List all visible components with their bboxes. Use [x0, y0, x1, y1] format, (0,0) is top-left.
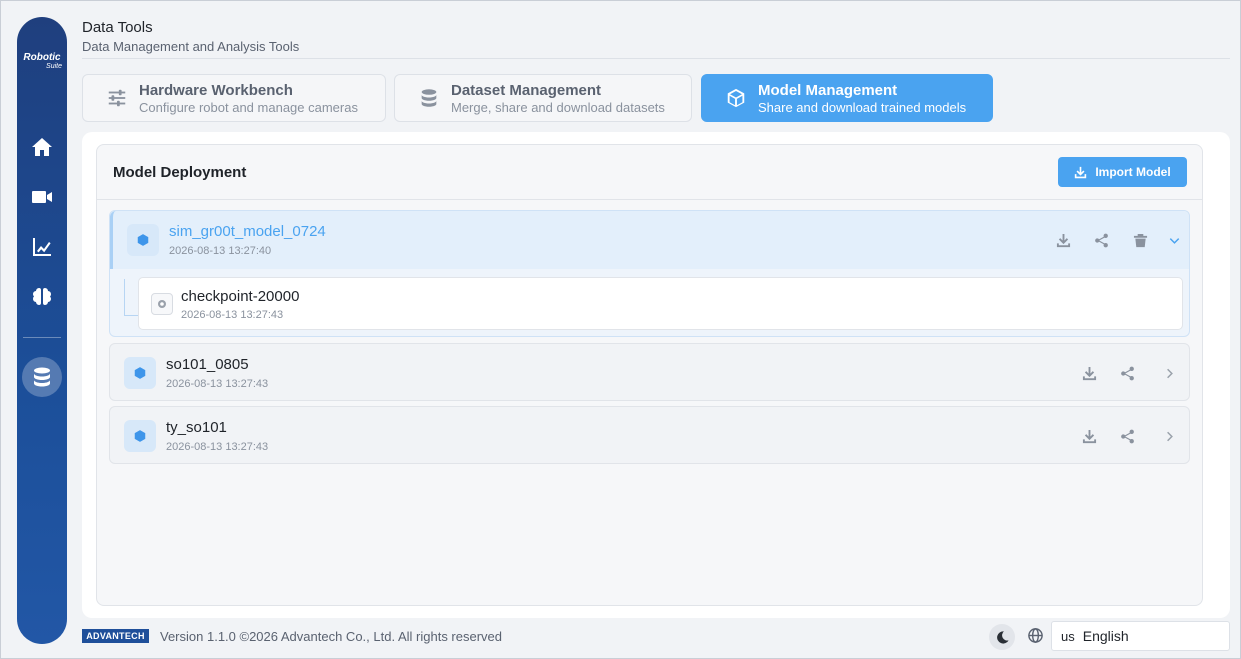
- import-icon: [1075, 166, 1087, 178]
- language-select[interactable]: us English: [1051, 621, 1230, 651]
- checkpoint-name: checkpoint-20000: [181, 288, 300, 305]
- download-button[interactable]: [1054, 231, 1072, 249]
- download-icon: [1082, 366, 1096, 380]
- video-camera-icon: [32, 191, 52, 203]
- model-name: ty_so101: [166, 419, 227, 436]
- checkpoint-item[interactable]: checkpoint-20000 2026-08-13 13:27:43: [138, 277, 1183, 330]
- share-button[interactable]: [1092, 231, 1110, 249]
- database-icon: [417, 86, 441, 110]
- tab-description: Configure robot and manage cameras: [139, 99, 358, 115]
- tab-label: Dataset Management: [451, 81, 602, 99]
- sidebar-item-camera[interactable]: [22, 177, 62, 217]
- content-area: Model Deployment Import Model sim_gr00t_…: [82, 132, 1230, 618]
- download-button[interactable]: [1080, 364, 1098, 382]
- checkpoint-icon: [151, 293, 173, 315]
- logo-text-suite: Suite: [46, 63, 62, 70]
- download-icon: [1082, 429, 1096, 443]
- sidebar-divider: [23, 337, 61, 338]
- tree-connector: [124, 315, 138, 316]
- cube-icon: [724, 86, 748, 110]
- sidebar-item-data-tools[interactable]: [22, 357, 62, 397]
- chevron-right-icon: [1166, 431, 1173, 441]
- chevron-down-icon: [1169, 237, 1179, 244]
- model-cube-icon: [124, 357, 156, 389]
- checkpoint-date: 2026-08-13 13:27:43: [181, 309, 284, 321]
- sliders-icon: [105, 86, 129, 110]
- tab-label: Hardware Workbench: [139, 81, 293, 99]
- language-code: us: [1061, 628, 1075, 644]
- language-label: English: [1082, 628, 1129, 644]
- share-icon: [1094, 233, 1108, 247]
- expand-toggle[interactable]: [1160, 364, 1178, 382]
- model-name: sim_gr00t_model_0724: [169, 223, 326, 240]
- model-cube-icon: [127, 224, 159, 256]
- card-divider: [97, 199, 1202, 200]
- tab-description: Merge, share and download datasets: [451, 99, 665, 115]
- sidebar-item-ai[interactable]: [22, 277, 62, 317]
- model-deployment-card: Model Deployment Import Model sim_gr00t_…: [96, 144, 1203, 606]
- expand-toggle[interactable]: [1160, 427, 1178, 445]
- import-model-button[interactable]: Import Model: [1058, 157, 1187, 187]
- header-divider: [82, 58, 1230, 59]
- sidebar-item-analytics[interactable]: [22, 227, 62, 267]
- model-item-ty-so101[interactable]: ty_so101 2026-08-13 13:27:43: [109, 406, 1190, 464]
- model-name: so101_0805: [166, 356, 249, 373]
- globe-icon: [1027, 627, 1045, 645]
- page-title: Data Tools: [82, 19, 153, 36]
- tab-hardware-workbench[interactable]: Hardware Workbench Configure robot and m…: [82, 74, 386, 122]
- model-cube-icon: [124, 420, 156, 452]
- home-icon: [32, 138, 52, 156]
- share-icon: [1120, 429, 1134, 443]
- line-chart-icon: [33, 238, 51, 256]
- model-item-header[interactable]: so101_0805 2026-08-13 13:27:43: [110, 344, 1189, 402]
- delete-button[interactable]: [1131, 231, 1149, 249]
- advantech-logo: ADVANTECH: [82, 629, 149, 643]
- database-icon: [34, 367, 50, 387]
- brain-icon: [32, 288, 51, 305]
- theme-toggle-button[interactable]: [989, 624, 1015, 650]
- page-subtitle: Data Management and Analysis Tools: [82, 39, 300, 54]
- model-date: 2026-08-13 13:27:43: [166, 378, 269, 390]
- model-item-so101-0805[interactable]: so101_0805 2026-08-13 13:27:43: [109, 343, 1190, 401]
- card-title: Model Deployment: [113, 164, 247, 181]
- page-header: Data Tools Data Management and Analysis …: [82, 19, 1230, 54]
- tab-description: Share and download trained models: [758, 99, 967, 115]
- download-icon: [1056, 233, 1070, 247]
- model-date: 2026-08-13 13:27:43: [166, 441, 269, 453]
- tab-dataset-management[interactable]: Dataset Management Merge, share and down…: [394, 74, 692, 122]
- download-button[interactable]: [1080, 427, 1098, 445]
- share-button[interactable]: [1118, 364, 1136, 382]
- sidebar-item-home[interactable]: [22, 127, 62, 167]
- chevron-right-icon: [1166, 368, 1173, 378]
- sidebar: Robotic Suite: [17, 17, 67, 644]
- share-button[interactable]: [1118, 427, 1136, 445]
- tree-connector: [124, 279, 125, 315]
- model-item-header[interactable]: sim_gr00t_model_0724 2026-08-13 13:27:40: [110, 211, 1189, 269]
- trash-icon: [1133, 233, 1147, 247]
- copyright-text: Version 1.1.0 ©2026 Advantech Co., Ltd. …: [160, 629, 503, 644]
- moon-icon: [996, 630, 1009, 644]
- share-icon: [1120, 366, 1134, 380]
- collapse-toggle[interactable]: [1165, 231, 1183, 249]
- model-item-sim-gr00t: sim_gr00t_model_0724 2026-08-13 13:27:40: [109, 210, 1190, 337]
- app-window: Robotic Suite Data Tools Data Management…: [0, 0, 1241, 659]
- tab-label: Model Management: [758, 81, 898, 99]
- model-date: 2026-08-13 13:27:40: [169, 245, 272, 257]
- logo-text-robotic: Robotic: [23, 52, 61, 63]
- tab-model-management[interactable]: Model Management Share and download trai…: [701, 74, 993, 122]
- app-logo: Robotic Suite: [17, 52, 67, 71]
- import-model-label: Import Model: [1095, 165, 1171, 179]
- model-item-header[interactable]: ty_so101 2026-08-13 13:27:43: [110, 407, 1189, 465]
